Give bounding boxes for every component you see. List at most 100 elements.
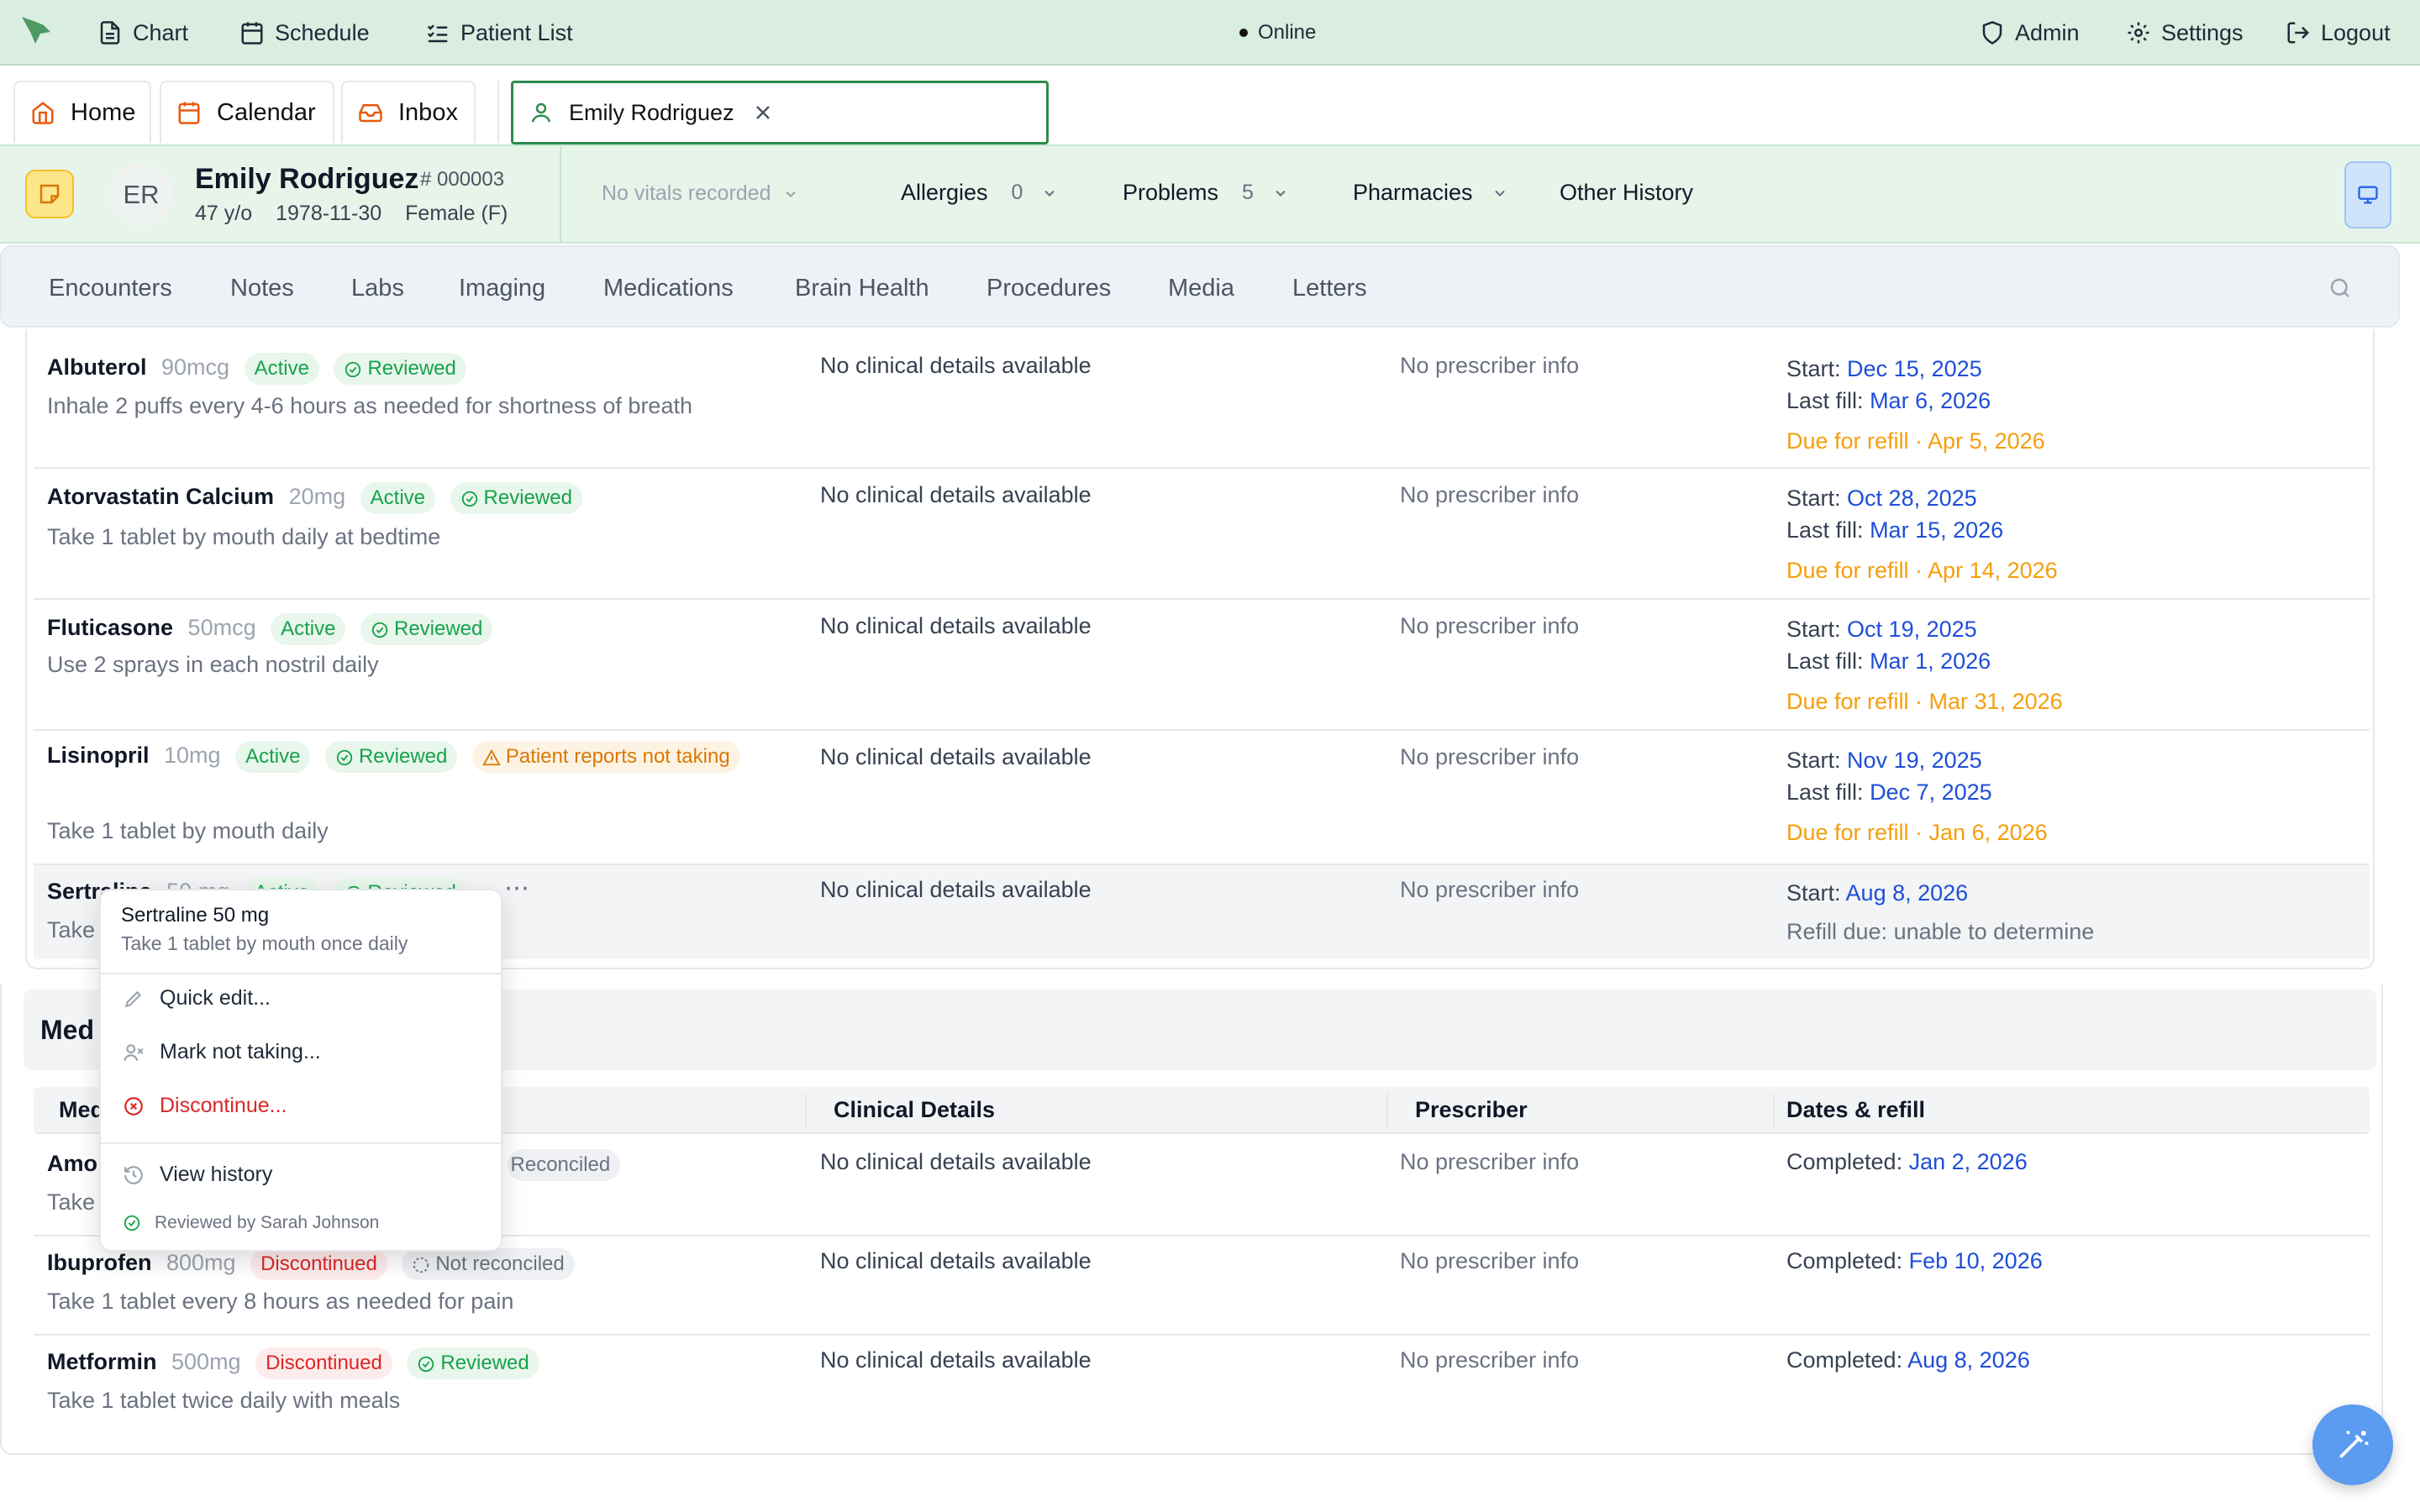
tab-inbox-label: Inbox bbox=[398, 98, 458, 126]
app-logo-icon[interactable] bbox=[18, 13, 54, 47]
menu-item-quick-edit[interactable]: Quick edit... bbox=[123, 986, 271, 1011]
nav-logout[interactable]: Logout bbox=[2286, 0, 2391, 66]
review-badge: Reviewed bbox=[324, 741, 458, 773]
patient-header: ER Emily Rodriguez # 000003 47 y/o 1978-1… bbox=[0, 144, 2420, 244]
dates-refill: Completed: Jan 2, 2026 bbox=[1786, 1149, 2028, 1175]
med-name: Ibuprofen bbox=[47, 1250, 152, 1276]
clinical-details: No clinical details available bbox=[820, 1248, 1092, 1273]
tab-home[interactable]: Home bbox=[13, 81, 151, 143]
tab-divider bbox=[497, 81, 499, 143]
avatar: ER bbox=[109, 163, 173, 227]
subnav-encounters[interactable]: Encounters bbox=[49, 247, 172, 329]
menu-item-mark-not-taking[interactable]: Mark not taking... bbox=[123, 1040, 321, 1064]
med-sig: Take bbox=[47, 1189, 96, 1215]
med-dose: 500mg bbox=[171, 1349, 241, 1375]
status-badge: Discontinued bbox=[250, 1248, 387, 1280]
check-circle-icon bbox=[345, 361, 361, 377]
menu-reviewed-by: Reviewed by Sarah Johnson bbox=[123, 1213, 379, 1233]
dates-refill: Start: Oct 28, 2025 Last fill: Mar 15, 2… bbox=[1786, 482, 2058, 586]
quick-edit-label: Quick edit... bbox=[160, 986, 271, 1010]
search-icon[interactable] bbox=[2328, 276, 2353, 301]
subnav-media[interactable]: Media bbox=[1168, 247, 1234, 329]
sticky-note-icon bbox=[39, 184, 60, 204]
med-sig: Inhale 2 puffs every 4-6 hours as needed… bbox=[47, 393, 692, 418]
problems-dropdown[interactable]: Problems 5 bbox=[1123, 180, 1289, 206]
pharmacies-dropdown[interactable]: Pharmacies bbox=[1353, 180, 1508, 206]
tab-calendar[interactable]: Calendar bbox=[160, 81, 334, 143]
ai-assistant-button[interactable] bbox=[2312, 1404, 2393, 1485]
start-label: Start: bbox=[1786, 356, 1841, 381]
nav-admin[interactable]: Admin bbox=[1980, 0, 2080, 66]
tab-inbox[interactable]: Inbox bbox=[341, 81, 476, 143]
medication-row-fluticasone[interactable]: Fluticasone 50mcg Active Reviewed Use 2 … bbox=[34, 600, 2370, 731]
col-divider bbox=[1773, 1094, 1775, 1127]
vitals-dropdown[interactable]: No vitals recorded bbox=[602, 181, 799, 206]
col-divider bbox=[805, 1094, 807, 1127]
nav-settings-label: Settings bbox=[2161, 19, 2244, 45]
subnav-notes[interactable]: Notes bbox=[230, 247, 294, 329]
medication-row-lisinopril[interactable]: Lisinopril 10mg Active Reviewed Patient … bbox=[34, 731, 2370, 865]
history-row-metformin[interactable]: Metformin 500mg Discontinued Reviewed Ta… bbox=[34, 1336, 2370, 1435]
display-toggle-button[interactable] bbox=[2344, 161, 2391, 228]
status-badge: Active bbox=[360, 482, 436, 514]
subnav-letters[interactable]: Letters bbox=[1292, 247, 1367, 329]
patient-demographics: 47 y/o 1978-11-30 Female (F) bbox=[195, 202, 508, 226]
col-clinical-details[interactable]: Clinical Details bbox=[834, 1097, 995, 1123]
completed-date: Feb 10, 2026 bbox=[1908, 1248, 2043, 1273]
patient-note-button[interactable] bbox=[25, 170, 74, 218]
allergies-dropdown[interactable]: Allergies 0 bbox=[901, 180, 1058, 206]
med-name: Fluticasone bbox=[47, 615, 174, 641]
allergies-label: Allergies bbox=[901, 180, 988, 205]
menu-title: Sertraline 50 mg bbox=[121, 904, 270, 927]
document-icon bbox=[100, 21, 120, 45]
subnav-procedures[interactable]: Procedures bbox=[986, 247, 1111, 329]
fill-label: Last fill: bbox=[1786, 388, 1864, 413]
med-title: Atorvastatin Calcium 20mg Active Reviewe… bbox=[47, 482, 582, 514]
subnav-medications[interactable]: Medications bbox=[603, 247, 734, 329]
gear-icon bbox=[2128, 22, 2149, 44]
med-name: Lisinopril bbox=[47, 743, 150, 769]
subnav-imaging[interactable]: Imaging bbox=[459, 247, 545, 329]
nav-chart[interactable]: Chart bbox=[97, 0, 188, 66]
check-circle-icon bbox=[124, 1215, 140, 1231]
medication-row-albuterol[interactable]: Albuterol 90mcg Active Reviewed Inhale 2… bbox=[34, 336, 2370, 469]
subnav-brain-health[interactable]: Brain Health bbox=[795, 247, 929, 329]
nav-schedule[interactable]: Schedule bbox=[239, 0, 370, 66]
other-history-button[interactable]: Other History bbox=[1560, 180, 1693, 206]
med-sig: Take 1 tablet twice daily with meals bbox=[47, 1388, 401, 1413]
prescriber: No prescriber info bbox=[1400, 613, 1580, 638]
medication-row-atorvastatin[interactable]: Atorvastatin Calcium 20mg Active Reviewe… bbox=[34, 469, 2370, 600]
med-sig: Take bbox=[47, 917, 96, 942]
refill-due: Due for refill · Apr 14, 2026 bbox=[1786, 558, 2058, 583]
col-medication[interactable]: Med bbox=[59, 1097, 104, 1123]
med-title: Albuterol 90mcg Active Reviewed bbox=[47, 353, 466, 385]
col-prescriber[interactable]: Prescriber bbox=[1415, 1097, 1528, 1123]
dates-refill: Start: Aug 8, 2026 Refill due: unable to… bbox=[1786, 877, 2094, 948]
completed-label: Completed: bbox=[1786, 1248, 1903, 1273]
review-text: Reviewed bbox=[358, 745, 448, 768]
nav-settings[interactable]: Settings bbox=[2126, 0, 2244, 66]
refill-due: Refill due: unable to determine bbox=[1786, 919, 2095, 944]
warning-icon bbox=[482, 748, 501, 765]
tab-patient-emily[interactable]: Emily Rodriguez bbox=[511, 81, 1049, 144]
clinical-details: No clinical details available bbox=[820, 353, 1092, 378]
problems-count: 5 bbox=[1242, 181, 1254, 204]
nav-patient-list[interactable]: Patient List bbox=[425, 0, 573, 66]
refill-due: Due for refill · Jan 6, 2026 bbox=[1786, 820, 2048, 845]
med-title: Metformin 500mg Discontinued Reviewed bbox=[47, 1347, 539, 1379]
menu-item-discontinue[interactable]: Discontinue... bbox=[123, 1094, 287, 1118]
menu-item-view-history[interactable]: View history bbox=[123, 1163, 272, 1187]
history-section-title: Med bbox=[40, 1015, 94, 1045]
menu-subtitle: Take 1 tablet by mouth once daily bbox=[121, 932, 408, 954]
list-check-icon bbox=[427, 24, 448, 43]
completed-label: Completed: bbox=[1786, 1347, 1903, 1373]
subnav-labs[interactable]: Labs bbox=[351, 247, 404, 329]
med-title: Ibuprofen 800mg Discontinued Not reconci… bbox=[47, 1248, 575, 1280]
nav-chart-label: Chart bbox=[133, 19, 189, 45]
med-name: Metformin bbox=[47, 1349, 157, 1375]
med-sig: Take 1 tablet by mouth daily at bedtime bbox=[47, 524, 441, 549]
clinical-details: No clinical details available bbox=[820, 482, 1092, 507]
close-icon[interactable] bbox=[753, 102, 773, 123]
col-dates-refill[interactable]: Dates & refill bbox=[1786, 1097, 1925, 1123]
more-actions-icon[interactable]: ⋯ bbox=[504, 874, 531, 903]
